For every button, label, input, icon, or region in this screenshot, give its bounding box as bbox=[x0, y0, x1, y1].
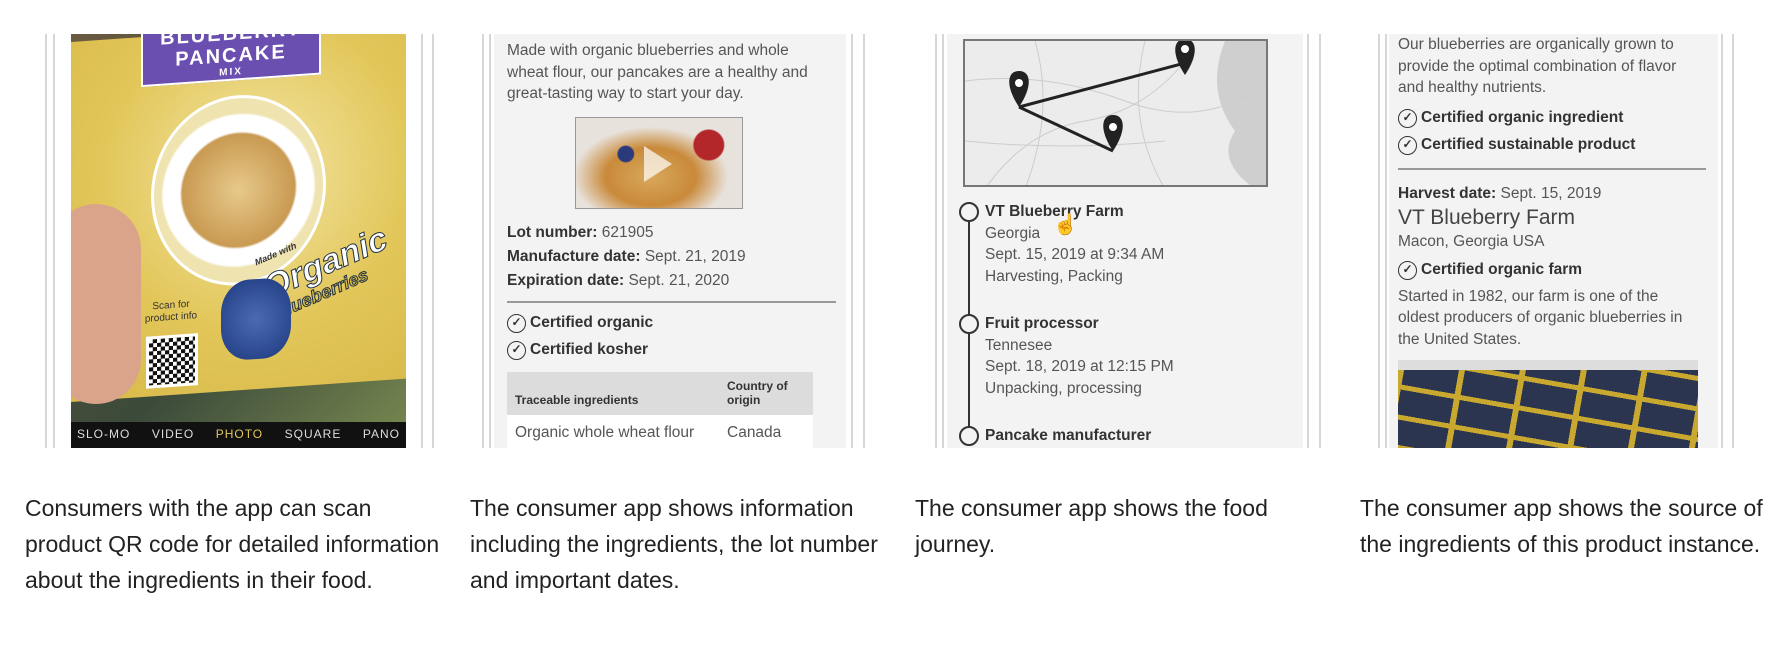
ingredients-table: Traceable ingredients Country of origin … bbox=[507, 371, 813, 448]
check-circle-icon: ✓ bbox=[1398, 108, 1417, 128]
check-circle-icon: ✓ bbox=[1398, 260, 1417, 280]
panel-scan: BLUEBERRY PANCAKE MIX Made with Organic … bbox=[25, 0, 455, 660]
timeline-item-farm[interactable]: VT Blueberry Farm Georgia Sept. 15, 2019… bbox=[959, 201, 1293, 287]
mode-square[interactable]: SQUARE bbox=[285, 424, 342, 446]
cert-kosher: ✓ Certified kosher bbox=[507, 337, 836, 364]
check-circle-icon: ✓ bbox=[507, 340, 526, 360]
farm-location: Macon, Georgia USA bbox=[1398, 233, 1545, 250]
cert-organic-farm: ✓ Certified organic farm bbox=[1398, 257, 1706, 284]
scan-text: Scan for product info bbox=[144, 298, 198, 325]
mode-slo-mo[interactable]: SLO-MO bbox=[77, 424, 130, 446]
blueberry-crates-photo bbox=[1398, 360, 1698, 448]
caption: The consumer app shows the source of the… bbox=[1360, 495, 1763, 557]
blueberries-image bbox=[221, 276, 291, 362]
timeline-node-icon bbox=[959, 202, 979, 222]
map-pin-icon bbox=[1009, 71, 1029, 107]
check-circle-icon: ✓ bbox=[507, 313, 526, 333]
timeline-item-processor[interactable]: Fruit processor Tennesee Sept. 18, 2019 … bbox=[959, 313, 1293, 399]
timeline-node-icon bbox=[959, 314, 979, 334]
camera-view: BLUEBERRY PANCAKE MIX Made with Organic … bbox=[71, 34, 406, 448]
mode-video[interactable]: VIDEO bbox=[152, 424, 194, 446]
hand-image bbox=[71, 204, 141, 404]
cert-organic: ✓ Certified organic bbox=[507, 310, 836, 337]
video-thumbnail[interactable] bbox=[575, 116, 743, 209]
manufacture-date: Manufacture date: Sept. 21, 2019 bbox=[507, 247, 746, 265]
panel-ingredient-source: Our blueberries are organically grown to… bbox=[1360, 0, 1784, 660]
caption: Consumers with the app can scan product … bbox=[25, 495, 440, 593]
timeline-item-manufacturer[interactable]: Pancake manufacturer bbox=[959, 425, 1293, 447]
divider bbox=[507, 300, 836, 303]
cert-organic-ingredient: ✓ Certified organic ingredient bbox=[1398, 105, 1706, 132]
journey-map[interactable] bbox=[963, 39, 1268, 187]
lot-number: Lot number: 621905 bbox=[507, 223, 654, 241]
phone-frame: Our blueberries are organically grown to… bbox=[1360, 34, 1784, 448]
table-row: Organic whole wheat flour Canada bbox=[507, 414, 813, 448]
divider bbox=[1398, 167, 1706, 170]
camera-mode-bar: SLO-MO VIDEO PHOTO SQUARE PANO bbox=[71, 422, 406, 448]
product-intro: Made with organic blueberries and whole … bbox=[507, 42, 808, 102]
panel-product-info: Made with organic blueberries and whole … bbox=[470, 0, 900, 660]
mode-photo[interactable]: PHOTO bbox=[216, 424, 263, 446]
qr-code[interactable] bbox=[146, 333, 198, 389]
panel-food-journey: VT Blueberry Farm Georgia Sept. 15, 2019… bbox=[915, 0, 1345, 660]
phone-frame: VT Blueberry Farm Georgia Sept. 15, 2019… bbox=[915, 34, 1345, 448]
caption: The consumer app shows information inclu… bbox=[470, 495, 878, 593]
expiration-date: Expiration date: Sept. 21, 2020 bbox=[507, 271, 730, 289]
timeline-node-icon bbox=[959, 426, 979, 446]
hand-cursor-icon: ☝ bbox=[1053, 214, 1078, 236]
check-circle-icon: ✓ bbox=[1398, 135, 1417, 155]
cert-sustainable: ✓ Certified sustainable product bbox=[1398, 132, 1706, 159]
caption: The consumer app shows the food journey. bbox=[915, 495, 1268, 557]
phone-frame: Made with organic blueberries and whole … bbox=[470, 34, 900, 448]
source-intro: Our blueberries are organically grown to… bbox=[1398, 36, 1677, 96]
phone-frame: BLUEBERRY PANCAKE MIX Made with Organic … bbox=[25, 34, 455, 448]
mode-pano[interactable]: PANO bbox=[363, 424, 400, 446]
brand-banner: BLUEBERRY PANCAKE MIX bbox=[141, 34, 321, 88]
harvest-date: Harvest date: Sept. 15, 2019 bbox=[1398, 184, 1602, 202]
play-icon[interactable] bbox=[644, 145, 672, 182]
farm-name: VT Blueberry Farm bbox=[1398, 206, 1575, 229]
farm-story: Started in 1982, our farm is one of the … bbox=[1398, 287, 1683, 348]
